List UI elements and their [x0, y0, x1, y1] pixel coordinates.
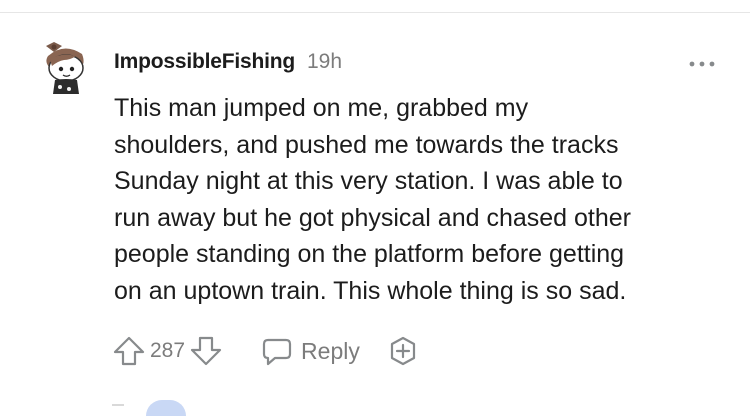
comment: ImpossibleFishing 19h This man jumped on… [0, 0, 750, 416]
next-comment-avatar[interactable] [146, 400, 186, 416]
comment-body-line: on an uptown train. This whole thing is … [114, 276, 627, 305]
vote-score: 287 [150, 339, 186, 362]
award-button[interactable] [388, 336, 418, 366]
arrow-up-icon [113, 336, 145, 366]
more-options-button[interactable] [688, 56, 716, 67]
comment-body-line: This man jumped on me, grabbed my [114, 94, 529, 122]
comment-header: ImpossibleFishing 19h [114, 50, 342, 74]
comment-body-line: shoulders, and pushed me towards the tra… [114, 130, 619, 159]
comment-body-line: run away but he got physical and chased … [114, 203, 632, 232]
speech-bubble-icon [262, 338, 292, 366]
arrow-down-icon [190, 336, 222, 366]
thread-line [112, 404, 124, 406]
comment-body-line: people standing on the platform before g… [114, 240, 625, 268]
comment-actions: 287 Reply [112, 333, 418, 369]
comment-body-line: Sunday night at this very station. I was… [114, 167, 623, 195]
comment-body: This man jumped on me, grabbed my should… [114, 90, 726, 309]
reply-button[interactable]: Reply [261, 335, 360, 367]
upvote-button[interactable] [112, 334, 146, 368]
award-icon [390, 336, 415, 366]
timestamp[interactable]: 19h [307, 50, 342, 74]
username[interactable]: ImpossibleFishing [114, 50, 295, 74]
user-avatar[interactable] [36, 38, 92, 94]
snoo-avatar-icon [46, 42, 84, 94]
downvote-button[interactable] [189, 334, 223, 368]
reply-label: Reply [301, 337, 360, 364]
more-horizontal-icon [689, 61, 715, 67]
